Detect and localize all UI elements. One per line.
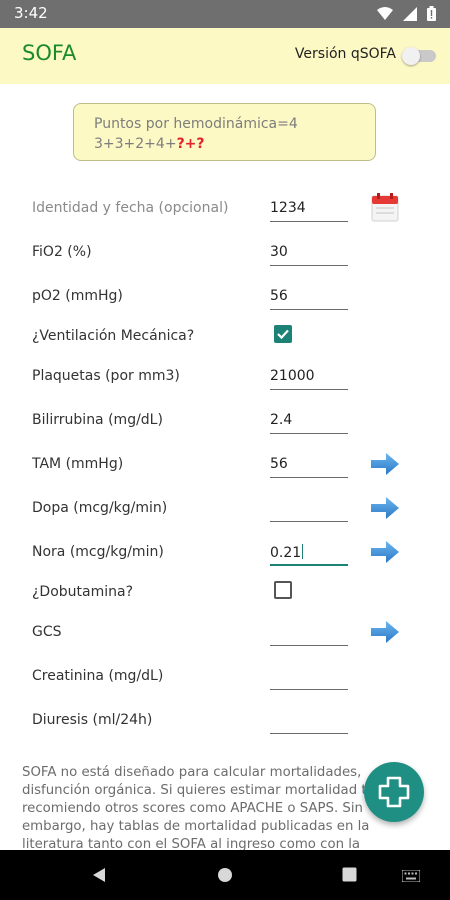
result-score-breakdown: 3+3+2+4+?+? [94,134,375,154]
dopa-arrow-icon[interactable] [370,496,400,520]
home-icon[interactable] [217,867,233,883]
row-dobutamine: ¿Dobutamina? [0,574,450,614]
ventilation-checkbox[interactable] [274,325,292,343]
fio2-label: FiO2 (%) [32,244,92,260]
creatinine-input[interactable] [270,662,348,690]
row-po2: pO2 (mmHg) 56 [0,278,450,318]
text-cursor [302,544,304,559]
identity-input[interactable]: 1234 [270,194,348,222]
row-tam: TAM (mmHg) 56 [0,446,450,486]
gcs-label: GCS [32,624,62,640]
row-dopa: Dopa (mcg/kg/min) [0,490,450,530]
result-hemodynamic-points: Puntos por hemodinámica=4 [94,116,298,132]
dopa-input[interactable] [270,494,348,522]
signal-icon [403,6,417,21]
dopa-label: Dopa (mcg/kg/min) [32,500,168,516]
po2-input[interactable]: 56 [270,282,348,310]
nora-arrow-icon[interactable] [370,540,400,564]
row-identity: Identidad y fecha (opcional) 1234 [0,190,450,230]
row-fio2: FiO2 (%) 30 [0,234,450,274]
status-time: 3:42 [14,4,48,22]
result-score-values: 3+3+2+4+ [94,136,177,152]
diuresis-input[interactable] [270,706,348,734]
bilirubin-input[interactable]: 2.4 [270,406,348,434]
back-icon[interactable] [91,867,107,883]
recents-icon[interactable] [342,867,357,882]
nora-input[interactable]: 0.21 [270,538,348,566]
row-platelets: Plaquetas (por mm3) 21000 [0,358,450,398]
plus-icon [378,776,410,808]
ventilation-label: ¿Ventilación Mecánica? [32,328,195,344]
row-nora: Nora (mcg/kg/min) 0.21 [0,534,450,574]
tam-input[interactable]: 56 [270,450,348,478]
diuresis-label: Diuresis (ml/24h) [32,712,153,728]
identity-label: Identidad y fecha (opcional) [32,200,229,216]
creatinine-label: Creatinina (mg/dL) [32,668,164,684]
row-creatinine: Creatinina (mg/dL) [0,658,450,698]
app-bar: SOFA Versión qSOFA [0,28,450,84]
add-fab-button[interactable] [364,762,424,822]
dobutamine-checkbox[interactable] [274,581,292,599]
row-ventilation: ¿Ventilación Mecánica? [0,318,450,358]
tam-label: TAM (mmHg) [32,456,124,472]
status-bar: 3:42 [0,0,450,28]
system-nav-bar [0,850,450,900]
row-diuresis: Diuresis (ml/24h) [0,702,450,742]
keyboard-icon[interactable] [402,870,420,882]
nora-input-value: 0.21 [270,545,302,561]
nora-label: Nora (mcg/kg/min) [32,544,164,560]
qsofa-toggle-thumb [402,47,420,65]
platelets-label: Plaquetas (por mm3) [32,368,180,384]
dobutamine-label: ¿Dobutamina? [32,584,134,600]
battery-icon [427,6,436,21]
status-icons [377,6,436,21]
po2-label: pO2 (mmHg) [32,288,123,304]
gcs-arrow-icon[interactable] [370,620,400,644]
bilirubin-label: Bilirrubina (mg/dL) [32,412,163,428]
check-icon [277,329,289,340]
result-score-missing: ?+? [176,136,205,152]
qsofa-toggle[interactable] [402,47,438,65]
platelets-input[interactable]: 21000 [270,362,348,390]
result-box: Puntos por hemodinámica=4 3+3+2+4+?+? [73,103,376,161]
app-title: SOFA [22,41,77,65]
wifi-icon [377,6,393,20]
info-text: SOFA no está diseñado para calcular mort… [22,765,375,850]
gcs-input[interactable] [270,618,348,646]
calendar-icon[interactable] [371,192,399,222]
tam-arrow-icon[interactable] [370,452,400,476]
fio2-input[interactable]: 30 [270,238,348,266]
row-bilirubin: Bilirrubina (mg/dL) 2.4 [0,402,450,442]
row-gcs: GCS [0,614,450,654]
qsofa-label: Versión qSOFA [294,46,396,62]
